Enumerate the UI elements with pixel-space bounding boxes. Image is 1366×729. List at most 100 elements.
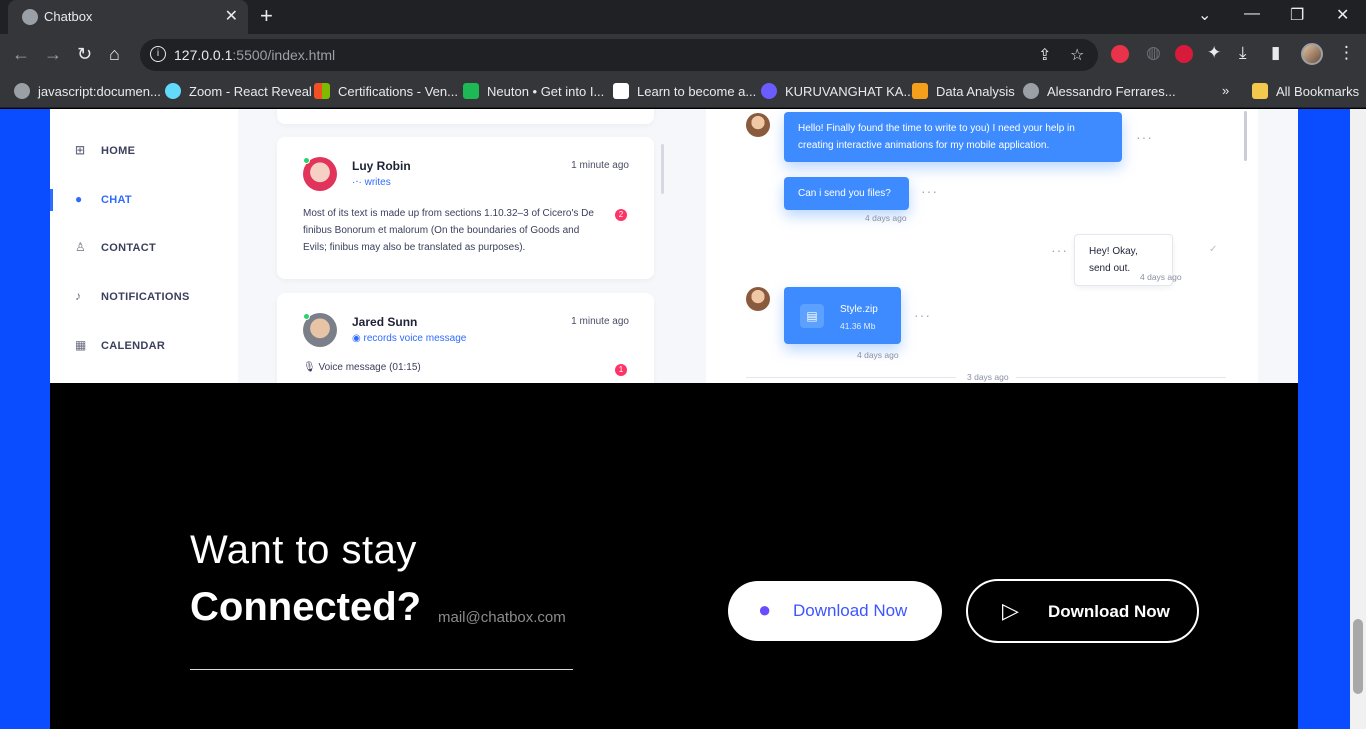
bookmark-item[interactable]: Learn to become a...	[613, 83, 756, 101]
contact-name: Luy Robin	[352, 159, 411, 173]
bookmark-item[interactable]: Alessandro Ferrares...	[1023, 83, 1176, 101]
sidebar-item-label: CALENDAR	[101, 340, 166, 352]
sidebar: ⊞ HOME ● CHAT ♙ CONTACT ♪ NOTIFICATIONS ▦ CAL…	[50, 109, 238, 383]
extension-icon[interactable]	[1111, 45, 1129, 63]
scrollbar-thumb[interactable]	[1353, 619, 1363, 694]
date-divider-line	[746, 377, 956, 378]
bookmark-label: Zoom - React Reveal	[189, 84, 312, 99]
conversation-scrollbar[interactable]	[1244, 111, 1247, 161]
site-info-icon[interactable]: i	[150, 46, 166, 62]
email-text[interactable]: mail@chatbox.com	[438, 609, 566, 626]
profile-avatar[interactable]	[1301, 43, 1323, 65]
close-window-button[interactable]: ✕	[1336, 5, 1349, 25]
browser-toolbar: ← → ↻ ⌂ i 127.0.0.1:5500/index.html ⇪ ☆ …	[0, 34, 1366, 76]
new-tab-button[interactable]: +	[260, 3, 273, 29]
chat-card-partial[interactable]	[277, 109, 654, 124]
bookmark-item[interactable]: Zoom - React Reveal	[165, 83, 312, 101]
bookmark-item[interactable]: Neuton • Get into I...	[463, 83, 604, 101]
page-scrollbar[interactable]	[1350, 109, 1366, 729]
sidebar-item-label: CHAT	[101, 194, 132, 206]
bookmark-label: Learn to become a...	[637, 84, 757, 99]
more-options-icon[interactable]: ···	[921, 183, 938, 199]
url-path: :5500/index.html	[232, 47, 336, 63]
online-dot	[303, 157, 310, 164]
side-panel-icon[interactable]: ▮	[1271, 43, 1280, 63]
file-attachment[interactable]: ▤ Style.zip 41.36 Mb	[784, 287, 901, 344]
app-preview: ⊞ HOME ● CHAT ♙ CONTACT ♪ NOTIFICATIONS ▦ CAL…	[50, 109, 1298, 383]
sidebar-item-label: HOME	[101, 145, 136, 157]
conversation-pane: Hello! Finally found the time to write t…	[706, 109, 1258, 383]
browser-tab[interactable]: Chatbox ✕	[8, 0, 248, 34]
app-store-download-button[interactable]: ● Download Now	[728, 581, 942, 641]
tab-title: Chatbox	[44, 9, 93, 24]
bookmark-star-icon[interactable]: ☆	[1070, 45, 1084, 65]
message-preview: 🎙︎ Voice message (01:15)	[303, 359, 603, 376]
chat-card[interactable]: Jared Sunn ◉ records voice message 1 min…	[277, 293, 654, 383]
chat-card[interactable]: Luy Robin ·‧· writes 1 minute ago Most o…	[277, 137, 654, 279]
more-options-icon[interactable]: ···	[1136, 129, 1153, 145]
date-divider-line	[1016, 377, 1226, 378]
sidebar-item-notifications[interactable]: ♪ NOTIFICATIONS	[75, 289, 190, 309]
read-check-icon: ✓	[1209, 244, 1218, 255]
avatar	[746, 287, 770, 311]
sidebar-item-calendar[interactable]: ▦ CALENDAR	[75, 338, 165, 358]
date-divider: 3 days ago	[967, 372, 1009, 382]
chat-icon: ●	[75, 192, 83, 206]
all-bookmarks-folder[interactable]: All Bookmarks	[1252, 83, 1359, 101]
address-bar[interactable]: i 127.0.0.1:5500/index.html ⇪ ☆	[140, 39, 1098, 71]
sidebar-item-chat[interactable]: ● CHAT	[75, 192, 132, 212]
shield-extension-icon[interactable]	[1175, 45, 1193, 63]
mouse-extension-icon[interactable]: ◍	[1146, 43, 1161, 63]
home-button[interactable]: ⌂	[109, 44, 120, 65]
bookmark-label: Data Analysis	[936, 84, 1015, 99]
file-icon: ▤	[800, 304, 824, 328]
incoming-message: Can i send you files?	[784, 177, 909, 210]
globe-icon	[1023, 83, 1039, 99]
more-options-icon[interactable]: ···	[1051, 242, 1068, 258]
reload-button[interactable]: ↻	[77, 44, 92, 65]
bookmark-label: All Bookmarks	[1276, 84, 1360, 99]
forward-button[interactable]: →	[44, 44, 62, 65]
bookmarks-overflow-button[interactable]: »	[1222, 83, 1229, 101]
bookmark-item[interactable]: Certifications - Ven...	[314, 83, 458, 101]
tab-search-icon[interactable]: ⌄	[1198, 5, 1211, 25]
user-icon: ♙	[75, 240, 87, 254]
folder-icon	[1252, 83, 1268, 99]
restore-button[interactable]: ❐	[1290, 5, 1304, 25]
bookmark-item[interactable]: Data Analysis	[912, 83, 1015, 101]
more-options-icon[interactable]: ···	[914, 307, 931, 323]
bell-icon: ♪	[75, 289, 82, 303]
globe-icon	[22, 9, 38, 25]
bookmark-label: Neuton • Get into I...	[487, 84, 605, 99]
microphone-icon: 🎙︎	[303, 362, 316, 373]
email-underline	[190, 669, 573, 670]
status-text: writes	[364, 177, 391, 188]
file-size: 41.36 Mb	[840, 321, 876, 331]
bookmark-label: KURUVANGHAT KA...	[785, 84, 915, 99]
chat-list-scrollbar[interactable]	[661, 144, 664, 194]
sidebar-item-home[interactable]: ⊞ HOME	[75, 143, 135, 163]
microsoft-icon	[314, 83, 330, 99]
menu-icon[interactable]: ⋮	[1338, 43, 1355, 63]
puzzle-icon[interactable]: ✦	[1207, 43, 1221, 63]
calendar-icon: ▦	[75, 338, 87, 352]
grid-icon: ⊞	[75, 143, 86, 157]
message-time: 4 days ago	[1140, 272, 1182, 282]
unread-badge: 1	[615, 364, 627, 376]
page-viewport: ⊞ HOME ● CHAT ♙ CONTACT ♪ NOTIFICATIONS ▦ CAL…	[0, 109, 1350, 729]
play-store-download-button[interactable]: ▷ Download Now	[966, 579, 1199, 643]
bookmark-label: Certifications - Ven...	[338, 84, 458, 99]
bookmark-item[interactable]: javascript:documen...	[14, 83, 161, 101]
message-time: 4 days ago	[857, 350, 899, 360]
bookmark-item[interactable]: KURUVANGHAT KA...	[761, 83, 914, 101]
back-button[interactable]: ←	[12, 44, 30, 65]
minimize-button[interactable]: —	[1244, 5, 1260, 23]
recording-status: ◉ records voice message	[352, 333, 467, 344]
download-label: Download Now	[793, 601, 908, 620]
url-text[interactable]: 127.0.0.1:5500/index.html	[174, 47, 335, 63]
sidebar-item-contact[interactable]: ♙ CONTACT	[75, 240, 156, 260]
close-tab-icon[interactable]: ✕	[225, 6, 238, 26]
share-icon[interactable]: ⇪	[1038, 45, 1051, 65]
download-icon[interactable]: ⤓	[1239, 43, 1247, 63]
message-time: 1 minute ago	[571, 160, 629, 171]
